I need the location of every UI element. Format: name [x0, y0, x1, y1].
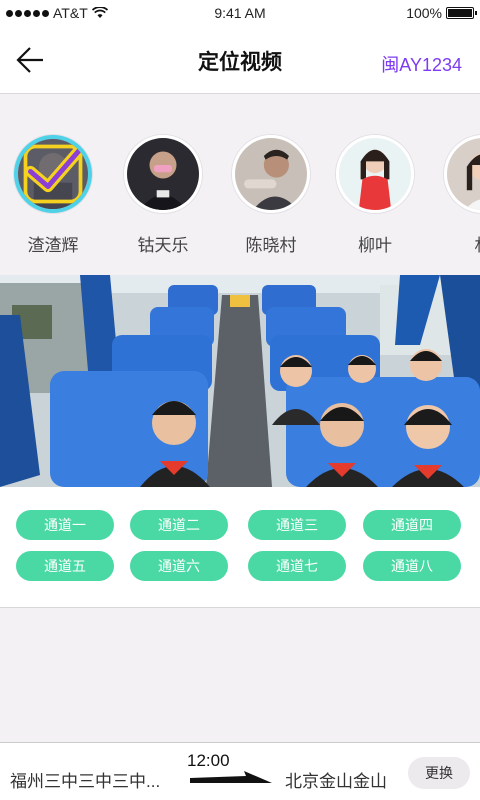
swap-route-button[interactable]: 更换: [408, 757, 470, 789]
route-destination: 北京金山金山: [285, 772, 387, 791]
back-button[interactable]: [10, 40, 50, 80]
channel-panel: 通道一 通道二 通道三 通道四 通道五 通道六 通道七 通道八: [0, 487, 480, 608]
passenger-list: 渣渣辉 钴天乐 陈晓村 柳叶: [0, 95, 480, 275]
channel-button-1[interactable]: 通道一: [16, 510, 114, 540]
passenger-name: 陈晓村: [245, 236, 297, 255]
channel-button-7[interactable]: 通道七: [248, 551, 346, 581]
passenger-name: 柳叶: [358, 236, 392, 255]
passenger-name: 钴天乐: [137, 236, 189, 255]
passenger-item[interactable]: 柳叶: [330, 135, 420, 256]
channel-button-5[interactable]: 通道五: [16, 551, 114, 581]
channel-button-8[interactable]: 通道八: [363, 551, 461, 581]
check-icon: [18, 139, 88, 209]
battery-percent: 100%: [406, 5, 442, 21]
nav-bar: 定位视频 闽AY1234: [0, 26, 480, 94]
route-arrow-icon: [190, 771, 272, 783]
battery-icon: [446, 7, 477, 19]
channel-button-3[interactable]: 通道三: [248, 510, 346, 540]
passenger-item[interactable]: 钴天乐: [118, 135, 208, 256]
plate-number[interactable]: 闽AY1234: [381, 51, 462, 77]
channel-button-2[interactable]: 通道二: [130, 510, 228, 540]
passenger-item[interactable]: 林: [438, 135, 480, 256]
channel-button-6[interactable]: 通道六: [130, 551, 228, 581]
status-bar: AT&T 9:41 AM 100%: [0, 0, 480, 26]
channel-button-4[interactable]: 通道四: [363, 510, 461, 540]
avatar: [232, 135, 310, 213]
route-bar: 福州三中三中三中... 12:00 北京金山金山 更换: [0, 742, 480, 800]
status-right: 100%: [406, 5, 477, 21]
video-frame[interactable]: [0, 275, 480, 487]
avatar: [336, 135, 414, 213]
avatar: [124, 135, 202, 213]
arrow-left-icon: [16, 47, 43, 73]
avatar: [444, 135, 480, 213]
route-origin: 福州三中三中三中...: [10, 772, 161, 791]
route-time: 12:00: [187, 751, 230, 770]
passenger-item[interactable]: 陈晓村: [226, 135, 316, 256]
passenger-name: 林: [438, 231, 480, 256]
passenger-name: 渣渣辉: [27, 236, 79, 255]
avatar: [14, 135, 92, 213]
passenger-item[interactable]: 渣渣辉: [8, 135, 98, 256]
